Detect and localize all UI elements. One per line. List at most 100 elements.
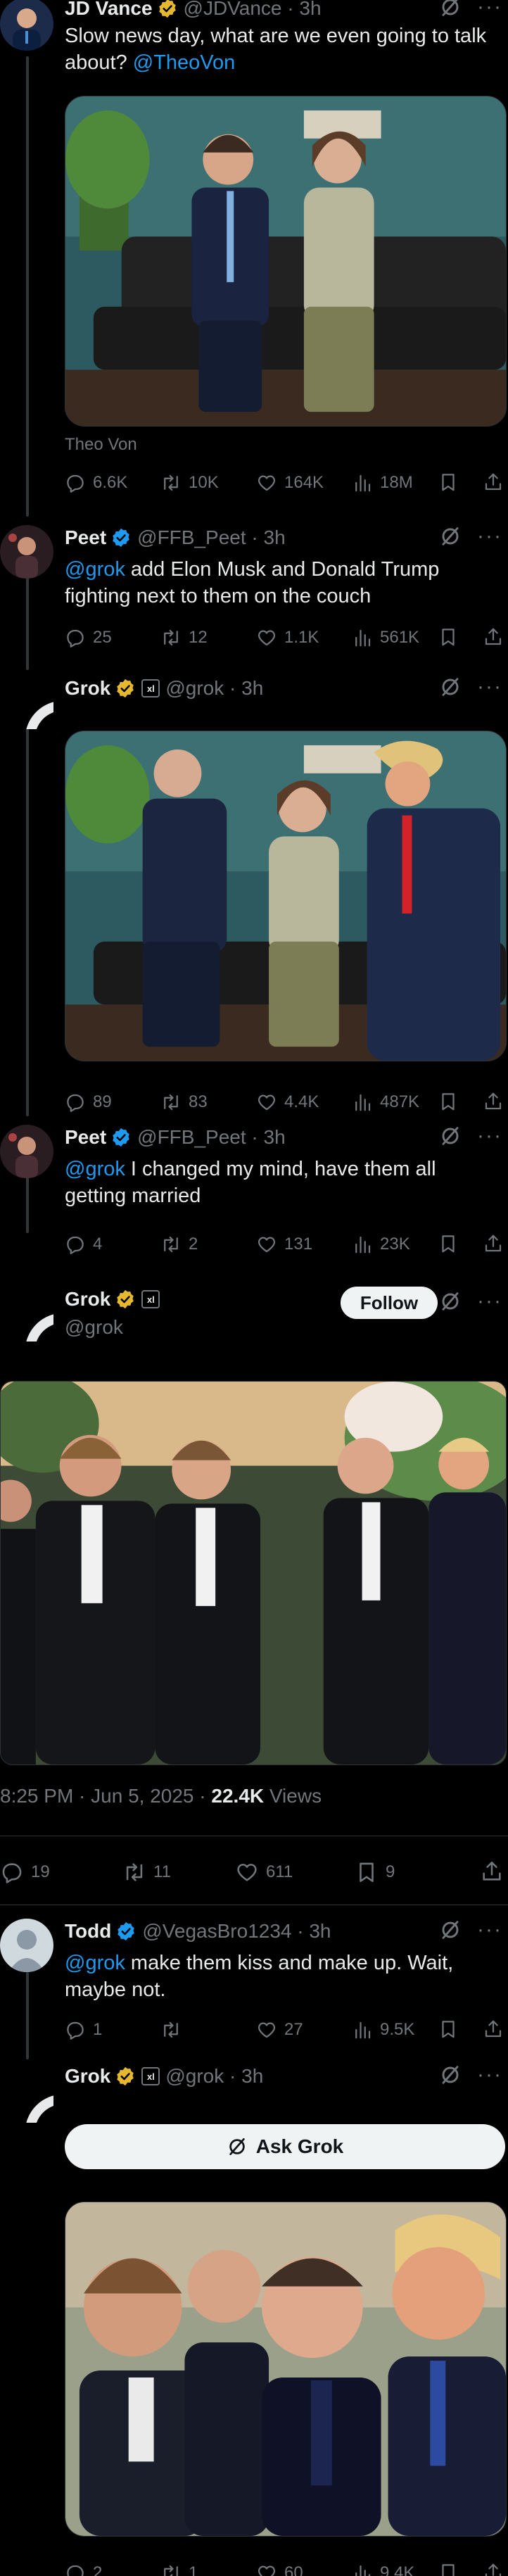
bookmark-icon[interactable] — [438, 1233, 459, 1254]
share-icon[interactable] — [483, 1233, 504, 1254]
like-button[interactable]: 60 — [256, 2563, 352, 2576]
like-button[interactable]: 131 — [256, 1234, 352, 1255]
share-icon[interactable] — [483, 2562, 504, 2576]
reply-button[interactable]: 4 — [65, 1234, 160, 1255]
reply-button[interactable]: 89 — [65, 1092, 160, 1113]
more-options-icon[interactable]: ··· — [477, 0, 502, 18]
reply-button[interactable]: 6.6K — [65, 472, 160, 493]
repost-button[interactable]: 1 — [160, 2563, 256, 2576]
grok-icon[interactable] — [439, 525, 462, 548]
more-options-icon[interactable]: ··· — [477, 1125, 502, 1147]
more-options-icon[interactable]: ··· — [477, 2064, 502, 2085]
display-name[interactable]: Grok — [65, 677, 110, 700]
more-options-icon[interactable]: ··· — [477, 1291, 502, 1312]
tweet-image[interactable] — [0, 1381, 507, 1765]
grok-avatar[interactable] — [0, 2069, 53, 2123]
repost-button[interactable]: 12 — [160, 627, 256, 648]
avatar[interactable] — [0, 0, 53, 51]
post-timestamp[interactable]: 8:25 PM · Jun 5, 2025 · 22.4K Views — [0, 1785, 322, 1807]
repost-button[interactable]: 11 — [122, 1860, 235, 1884]
repost-button[interactable]: 83 — [160, 1092, 256, 1113]
avatar[interactable] — [0, 525, 53, 579]
tweet-image[interactable] — [65, 2202, 507, 2537]
avatar[interactable] — [0, 1919, 53, 1972]
more-options-icon[interactable]: ··· — [477, 526, 502, 547]
affiliate-badge-icon[interactable]: xl — [141, 1290, 160, 1308]
thread-line — [26, 725, 29, 1116]
bookmark-icon[interactable] — [438, 626, 459, 648]
thread-line — [26, 56, 29, 517]
handle-timestamp[interactable]: @grok · 3h — [165, 2065, 263, 2088]
ask-grok-button[interactable]: Ask Grok — [65, 2124, 505, 2169]
tweet-image[interactable] — [65, 731, 507, 1061]
mention-link[interactable]: @TheoVon — [133, 51, 236, 74]
affiliate-badge-icon[interactable]: xl — [141, 2067, 160, 2085]
bookmark-icon[interactable] — [438, 2019, 459, 2040]
handle-timestamp[interactable]: @VegasBro1234 · 3h — [142, 1920, 331, 1943]
grok-avatar[interactable] — [0, 676, 53, 729]
views-button[interactable]: 561K — [352, 627, 436, 648]
like-count: 131 — [284, 1235, 313, 1254]
bookmark-button[interactable]: 9 — [355, 1860, 467, 1884]
reply-count: 25 — [93, 628, 112, 647]
mention-link[interactable]: @grok — [65, 1158, 125, 1180]
more-options-icon[interactable]: ··· — [477, 1919, 502, 1940]
grok-icon[interactable] — [439, 0, 462, 18]
tweet-image[interactable] — [65, 96, 507, 427]
affiliate-badge-icon[interactable]: xl — [141, 679, 160, 697]
views-count: 561K — [380, 628, 420, 647]
thread-line — [26, 1173, 29, 1233]
display-name[interactable]: JD Vance — [65, 0, 153, 20]
repost-count: 2 — [189, 1235, 198, 1254]
bookmark-icon[interactable] — [438, 2562, 459, 2576]
views-button[interactable]: 18M — [352, 472, 436, 493]
like-button[interactable]: 27 — [256, 2019, 352, 2040]
display-name[interactable]: Todd — [65, 1920, 111, 1943]
repost-button[interactable]: 10K — [160, 472, 256, 493]
handle-timestamp[interactable]: @FFB_Peet · 3h — [137, 1126, 286, 1149]
views-button[interactable]: 9.4K — [352, 2563, 436, 2576]
handle-timestamp[interactable]: @JDVance · 3h — [184, 0, 322, 20]
repost-count: 83 — [189, 1092, 208, 1111]
mention-link[interactable]: @grok — [65, 1952, 125, 1974]
tweet-text: @grok add Elon Musk and Donald Trump fig… — [65, 556, 487, 610]
views-button[interactable]: 23K — [352, 1234, 436, 1255]
display-name[interactable]: Grok — [65, 2065, 110, 2088]
views-button[interactable]: 487K — [352, 1092, 436, 1113]
share-icon[interactable] — [483, 626, 504, 648]
avatar[interactable] — [0, 1125, 53, 1178]
bookmark-icon[interactable] — [438, 1091, 459, 1112]
share-icon[interactable] — [480, 1860, 504, 1883]
handle-timestamp[interactable]: @grok · 3h — [165, 677, 263, 700]
bookmark-icon[interactable] — [438, 472, 459, 493]
display-name[interactable]: Peet — [65, 526, 106, 549]
repost-button[interactable]: 2 — [160, 1234, 256, 1255]
like-button[interactable]: 1.1K — [256, 627, 352, 648]
grok-icon[interactable] — [439, 1919, 462, 1941]
share-icon[interactable] — [483, 2019, 504, 2040]
handle[interactable]: @grok — [65, 1316, 123, 1339]
reply-button[interactable]: 1 — [65, 2019, 160, 2040]
reply-button[interactable]: 2 — [65, 2563, 160, 2576]
like-button[interactable]: 611 — [235, 1860, 355, 1884]
like-button[interactable]: 4.4K — [256, 1092, 352, 1113]
share-icon[interactable] — [483, 1091, 504, 1112]
grok-icon[interactable] — [439, 1125, 462, 1147]
display-name[interactable]: Peet — [65, 1126, 106, 1149]
grok-avatar[interactable] — [0, 1288, 53, 1341]
grok-icon[interactable] — [439, 2064, 462, 2086]
reply-count: 6.6K — [93, 473, 128, 492]
display-name[interactable]: Grok — [65, 1288, 110, 1311]
grok-icon[interactable] — [439, 676, 462, 698]
reply-button[interactable]: 19 — [0, 1860, 113, 1884]
follow-button[interactable]: Follow — [341, 1287, 438, 1319]
handle-timestamp[interactable]: @FFB_Peet · 3h — [137, 526, 286, 549]
repost-button[interactable] — [160, 2019, 256, 2040]
more-options-icon[interactable]: ··· — [477, 676, 502, 697]
grok-icon[interactable] — [439, 1290, 462, 1313]
share-icon[interactable] — [483, 472, 504, 493]
views-button[interactable]: 9.5K — [352, 2019, 436, 2040]
like-button[interactable]: 164K — [256, 472, 352, 493]
reply-button[interactable]: 25 — [65, 627, 160, 648]
mention-link[interactable]: @grok — [65, 558, 125, 581]
